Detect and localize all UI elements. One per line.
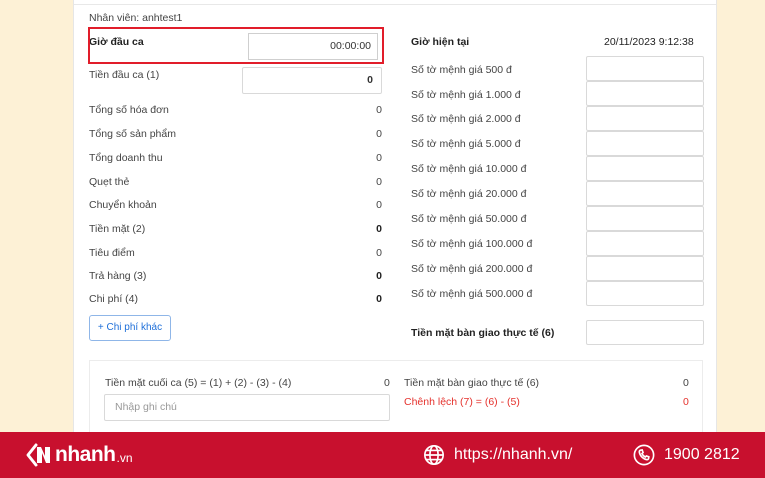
handover-summary-label: Tiền mặt bàn giao thực tế (6): [404, 377, 540, 389]
add-expense-button[interactable]: + Chi phí khác: [89, 315, 171, 341]
start-cash-input[interactable]: 0: [242, 67, 382, 94]
stat-label: Trả hàng (3): [89, 270, 147, 282]
brand-logo[interactable]: nhanh .vn: [26, 441, 133, 469]
denomination-label: Số tờ mệnh giá 50.000 đ: [411, 213, 527, 225]
highlight-frame: [88, 27, 384, 64]
denomination-input[interactable]: [586, 81, 704, 106]
globe-icon: [424, 445, 444, 465]
denomination-input[interactable]: [586, 56, 704, 81]
denomination-label: Số tờ mệnh giá 10.000 đ: [411, 163, 527, 175]
current-time-value: 20/11/2023 9:12:38: [604, 36, 694, 48]
stat-value: 0: [376, 270, 382, 282]
website-link[interactable]: https://nhanh.vn/: [423, 444, 572, 466]
end-cash-value: 0: [384, 377, 390, 389]
stat-label: Tiền mặt (2): [89, 223, 146, 235]
denomination-input[interactable]: [586, 281, 704, 306]
denomination-input[interactable]: [586, 156, 704, 181]
shift-handover-panel: Nhân viên: anhtest1 Giờ đầu ca 00:00:00 …: [73, 0, 717, 432]
note-input[interactable]: Nhập ghi chú: [104, 394, 390, 421]
phone-contact[interactable]: 1900 2812: [633, 444, 740, 466]
stat-value: 0: [376, 247, 382, 259]
denomination-input[interactable]: [586, 256, 704, 281]
stat-label: Tổng số hóa đơn: [89, 104, 169, 116]
denomination-label: Số tờ mệnh giá 2.000 đ: [411, 113, 521, 125]
summary-box: Tiền mặt cuối ca (5) = (1) + (2) - (3) -…: [89, 360, 703, 432]
denomination-input[interactable]: [586, 181, 704, 206]
footer-banner: nhanh .vn https://nhanh.vn/ 1900 2812: [0, 432, 765, 478]
denomination-label: Số tờ mệnh giá 20.000 đ: [411, 188, 527, 200]
handover-label: Tiền mặt bàn giao thực tế (6): [411, 327, 555, 339]
difference-label: Chênh lệch (7) = (6) - (5): [404, 396, 520, 408]
denomination-label: Số tờ mệnh giá 500.000 đ: [411, 288, 533, 300]
stat-value: 0: [376, 152, 382, 164]
denomination-label: Số tờ mệnh giá 5.000 đ: [411, 138, 521, 150]
difference-value: 0: [683, 396, 689, 408]
denomination-label: Số tờ mệnh giá 500 đ: [411, 64, 512, 76]
denomination-input[interactable]: [586, 106, 704, 131]
brand-suffix: .vn: [116, 451, 133, 465]
stat-label: Tiêu điểm: [89, 247, 135, 259]
stat-label: Tổng số sản phẩm: [89, 128, 176, 140]
phone-icon: [633, 444, 655, 466]
stat-value: 0: [376, 223, 382, 235]
employee-name: Nhân viên: anhtest1: [89, 12, 183, 24]
start-cash-label: Tiền đầu ca (1): [89, 69, 160, 81]
denomination-label: Số tờ mệnh giá 100.000 đ: [411, 238, 533, 250]
phone-number: 1900 2812: [664, 446, 740, 463]
end-cash-label: Tiền mặt cuối ca (5) = (1) + (2) - (3) -…: [105, 377, 292, 389]
denomination-input[interactable]: [586, 231, 704, 256]
stat-value: 0: [376, 176, 382, 188]
handover-input[interactable]: [586, 320, 704, 345]
denomination-input[interactable]: [586, 131, 704, 156]
stat-value: 0: [376, 199, 382, 211]
stat-value: 0: [376, 128, 382, 140]
stat-label: Chi phí (4): [89, 293, 139, 305]
top-divider: [74, 4, 716, 5]
denomination-label: Số tờ mệnh giá 200.000 đ: [411, 263, 533, 275]
stat-value: 0: [376, 293, 382, 305]
stat-label: Tổng doanh thu: [89, 152, 163, 164]
website-url: https://nhanh.vn/: [454, 446, 573, 463]
stat-label: Chuyển khoản: [89, 199, 157, 211]
denomination-input[interactable]: [586, 206, 704, 231]
handover-summary-value: 0: [683, 377, 689, 389]
current-time-label: Giờ hiện tại: [411, 36, 470, 48]
stat-value: 0: [376, 104, 382, 116]
denomination-label: Số tờ mệnh giá 1.000 đ: [411, 89, 521, 101]
stat-label: Quẹt thẻ: [89, 176, 130, 188]
brand-name: nhanh: [55, 443, 116, 466]
nhanh-logo-icon: [26, 443, 50, 467]
